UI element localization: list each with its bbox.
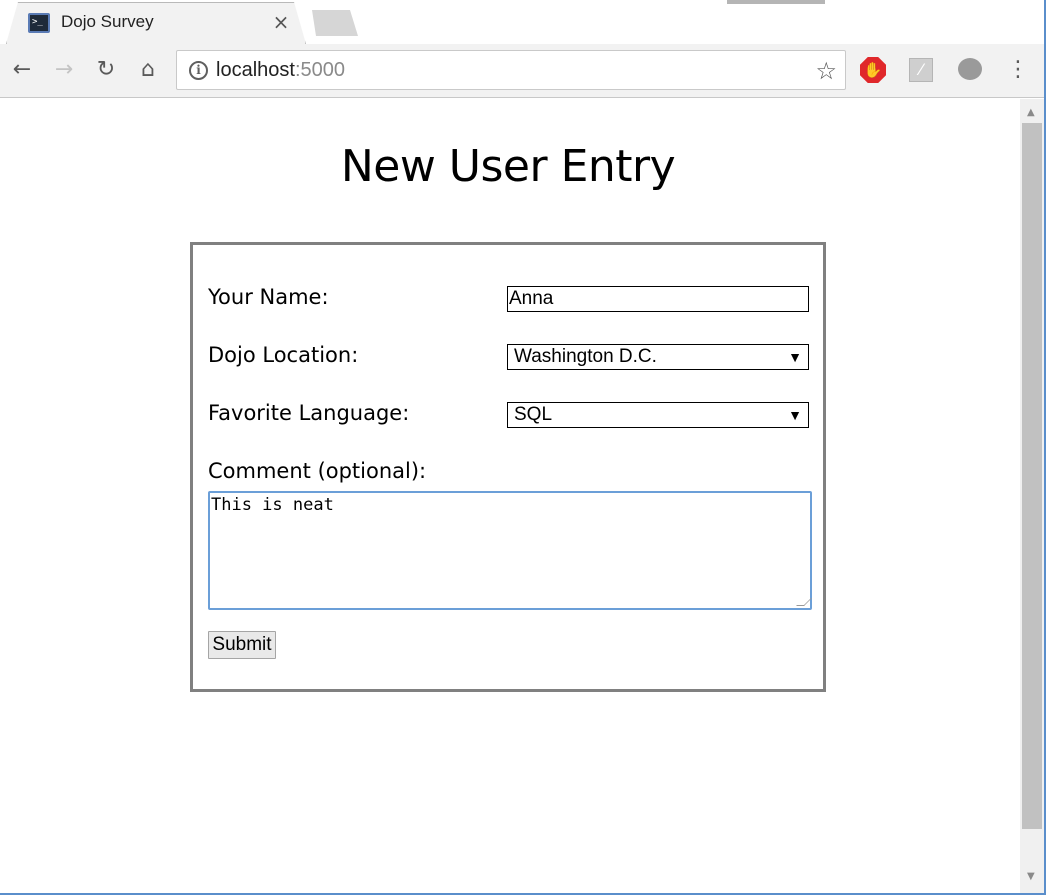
comment-label: Comment (optional): xyxy=(208,459,427,483)
language-selected-value: SQL xyxy=(514,404,553,425)
back-arrow-icon[interactable]: ← xyxy=(8,56,36,84)
bookmark-star-icon[interactable]: ☆ xyxy=(815,57,837,85)
terminal-favicon-icon: >_ xyxy=(28,13,50,33)
scroll-down-arrow-icon[interactable]: ▼ xyxy=(1027,871,1035,882)
tab-dojo-survey[interactable]: >_ Dojo Survey × xyxy=(6,2,306,44)
tab-strip: >_ Dojo Survey × xyxy=(0,0,1046,44)
scroll-up-arrow-icon[interactable]: ▲ xyxy=(1027,107,1035,118)
url-text[interactable]: localhost:5000 xyxy=(216,59,345,82)
pdf-extension-icon[interactable]: ⁄ xyxy=(909,58,933,82)
window-controls-strip xyxy=(727,0,825,4)
reload-icon[interactable]: ↻ xyxy=(92,56,120,84)
language-label: Favorite Language: xyxy=(208,401,410,425)
browser-toolbar: ← → ↻ ⌂ i localhost:5000 ☆ ✋ ⁄ ⋮ xyxy=(0,44,1046,98)
chat-extension-icon[interactable] xyxy=(958,58,982,80)
survey-form: Your Name: Anna Dojo Location: Washingto… xyxy=(190,242,826,692)
comment-text: This is neat xyxy=(211,495,334,515)
tab-close-icon[interactable]: × xyxy=(270,9,292,35)
address-bar[interactable]: i localhost:5000 ☆ xyxy=(176,50,846,90)
browser-menu-icon[interactable]: ⋮ xyxy=(1006,56,1030,84)
new-tab-button[interactable] xyxy=(312,10,358,36)
language-select[interactable]: SQL ▼ xyxy=(507,402,809,428)
scrollbar-thumb[interactable] xyxy=(1022,123,1042,829)
vertical-scrollbar[interactable]: ▲ ▼ xyxy=(1020,99,1046,895)
home-icon[interactable]: ⌂ xyxy=(134,56,162,84)
tab-title: Dojo Survey xyxy=(61,12,154,31)
name-input[interactable]: Anna xyxy=(507,286,809,312)
chevron-down-icon: ▼ xyxy=(788,349,802,365)
location-label: Dojo Location: xyxy=(208,343,359,367)
name-label: Your Name: xyxy=(208,285,329,309)
submit-button[interactable]: Submit xyxy=(208,631,276,659)
url-host: localhost xyxy=(216,59,295,81)
location-selected-value: Washington D.C. xyxy=(514,346,657,367)
browser-window: >_ Dojo Survey × ← → ↻ ⌂ i localhost:500… xyxy=(0,0,1046,895)
page-viewport: New User Entry Your Name: Anna Dojo Loca… xyxy=(0,99,1020,895)
adblock-extension-icon[interactable]: ✋ xyxy=(860,57,886,83)
site-info-icon[interactable]: i xyxy=(189,61,208,80)
location-select[interactable]: Washington D.C. ▼ xyxy=(507,344,809,370)
forward-arrow-icon[interactable]: → xyxy=(50,56,78,84)
resize-grip-icon[interactable] xyxy=(796,598,812,606)
url-port: :5000 xyxy=(294,59,345,81)
page-title: New User Entry xyxy=(340,141,676,192)
comment-textarea[interactable]: This is neat xyxy=(208,491,812,610)
chevron-down-icon: ▼ xyxy=(788,407,802,423)
